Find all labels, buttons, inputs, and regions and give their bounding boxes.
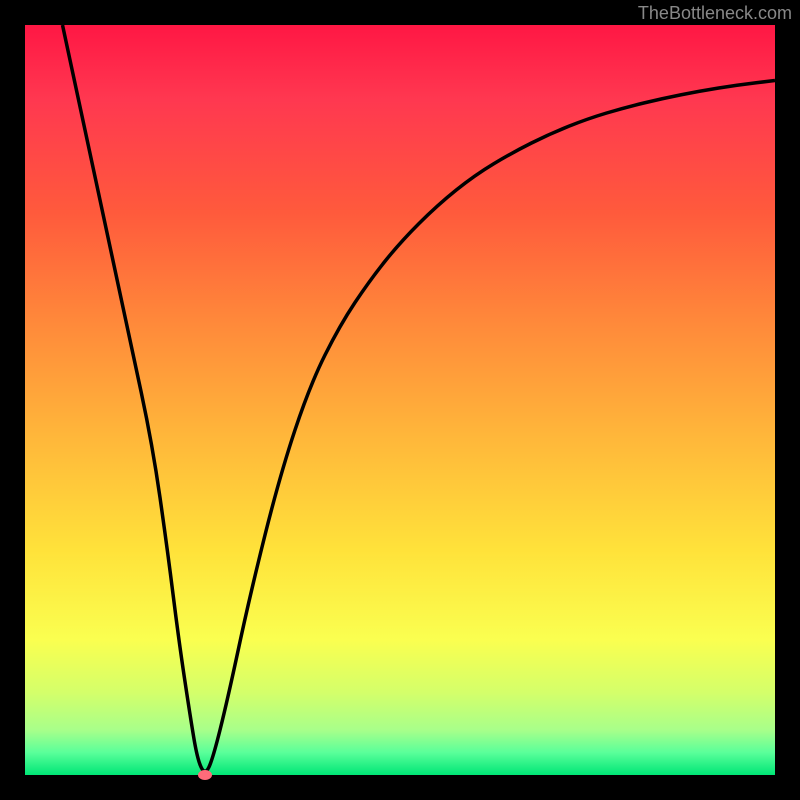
plot-area: [25, 25, 775, 775]
bottleneck-curve: [63, 25, 776, 771]
curve-svg: [25, 25, 775, 775]
watermark-text: TheBottleneck.com: [638, 3, 792, 24]
minimum-marker: [198, 770, 212, 780]
chart-container: TheBottleneck.com: [0, 0, 800, 800]
